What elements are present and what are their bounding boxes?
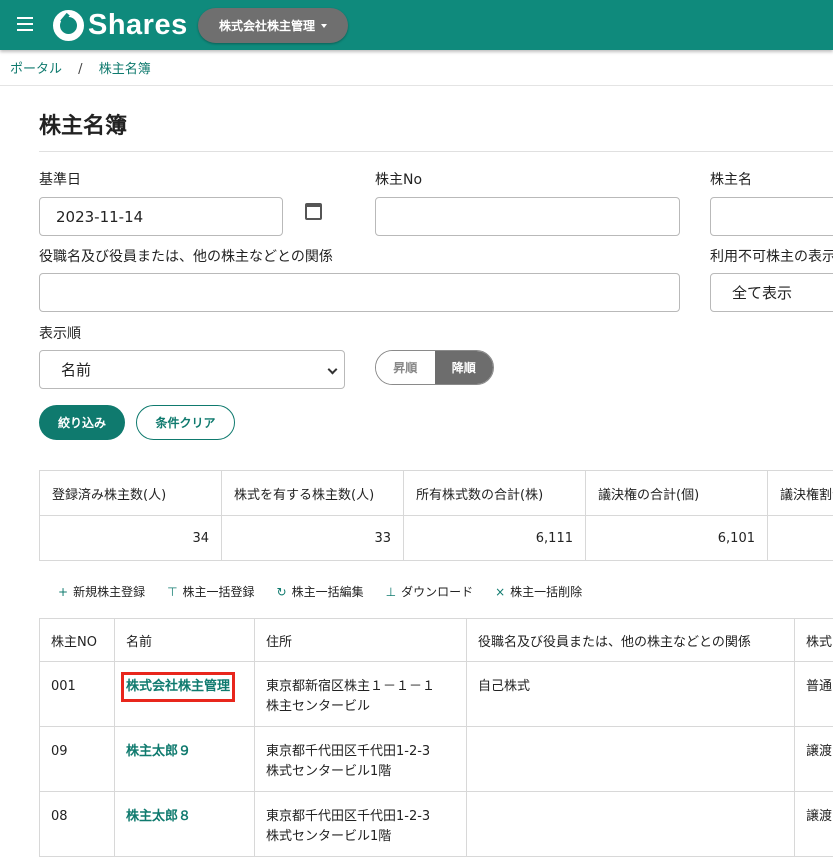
row-no: 09 [39, 727, 114, 791]
table-header-row: 株主NO 名前 住所 役職名及び役員または、他の株主などとの関係 株式 [39, 619, 833, 662]
summary-value-cell: 6,101 [585, 516, 767, 560]
logo-mark-icon [53, 9, 84, 41]
sort-asc-option[interactable]: 昇順 [376, 351, 435, 384]
new-shareholder-action[interactable]: + 新規株主登録 [58, 583, 145, 600]
top-app-bar: Shares 株式会社株主管理 [0, 0, 833, 50]
clear-filters-button[interactable]: 条件クリア [136, 405, 235, 440]
menu-icon[interactable] [17, 17, 33, 31]
title-divider [39, 151, 833, 152]
column-header-name[interactable]: 名前 [114, 619, 254, 661]
summary-header-cell: 所有株式数の合計(株) [403, 471, 585, 515]
column-header-no[interactable]: 株主NO [39, 619, 114, 661]
relation-label: 役職名及び役員または、他の株主などとの関係 [39, 249, 333, 265]
summary-value-cell: 33 [221, 516, 403, 560]
row-address: 東京都千代田区千代田1-2-3 株式センタービル1階 [254, 727, 466, 791]
plus-icon: + [58, 584, 69, 599]
shareholder-name-link[interactable]: 株主太郎９ [126, 744, 191, 759]
summary-value-cell: 34 [39, 516, 221, 560]
unusable-shareholder-select[interactable]: 全て表示 [710, 273, 833, 312]
base-date-input[interactable]: 2023-11-14 [39, 197, 283, 236]
address-line-2: 株式センタービル1階 [266, 764, 392, 779]
shareholder-no-input[interactable] [375, 197, 680, 236]
sort-select[interactable]: 名前 [39, 350, 345, 389]
table-row: 08 株主太郎８ 東京都千代田区千代田1-2-3 株式センタービル1階 譲渡 [39, 792, 833, 857]
breadcrumb-separator: / [78, 62, 83, 77]
column-header-stock[interactable]: 株式 [794, 619, 833, 661]
bulk-delete-label: 株主一括削除 [510, 585, 583, 599]
row-no: 08 [39, 792, 114, 856]
summary-header-cell: 株式を有する株主数(人) [221, 471, 403, 515]
summary-header-row: 登録済み株主数(人) 株式を有する株主数(人) 所有株式数の合計(株) 議決権の… [39, 471, 833, 516]
bulk-register-action[interactable]: ⊤ 株主一括登録 [167, 583, 254, 600]
address-line-1: 東京都新宿区株主１－１－１ [266, 679, 436, 694]
company-selector-label: 株式会社株主管理 [218, 19, 315, 33]
row-name-cell: 株主太郎９ [114, 727, 254, 791]
summary-table: 登録済み株主数(人) 株式を有する株主数(人) 所有株式数の合計(株) 議決権の… [39, 470, 833, 561]
summary-value-cell [767, 516, 833, 560]
bulk-register-label: 株主一括登録 [182, 585, 255, 599]
chevron-down-icon [327, 364, 338, 375]
summary-value-cell: 6,111 [403, 516, 585, 560]
summary-value-row: 34 33 6,111 6,101 [39, 516, 833, 561]
row-address: 東京都千代田区千代田1-2-3 株式センタービル1階 [254, 792, 466, 856]
shareholder-name-input[interactable] [710, 197, 833, 236]
shareholder-table: 株主NO 名前 住所 役職名及び役員または、他の株主などとの関係 株式 001 … [39, 618, 833, 857]
address-line-2: 株式センタービル1階 [266, 829, 392, 844]
column-header-address[interactable]: 住所 [254, 619, 466, 661]
relation-input[interactable] [39, 273, 680, 312]
breadcrumb-current[interactable]: 株主名簿 [99, 62, 151, 77]
sort-order-toggle[interactable]: 昇順 降順 [375, 350, 494, 385]
row-stock-kind: 普通 [794, 662, 833, 726]
summary-header-cell: 議決権割合 [767, 471, 833, 515]
summary-header-cell: 議決権の合計(個) [585, 471, 767, 515]
address-line-1: 東京都千代田区千代田1-2-3 [266, 744, 431, 759]
breadcrumb-portal-link[interactable]: ポータル [10, 62, 62, 77]
table-actions: + 新規株主登録 ⊤ 株主一括登録 ↻ 株主一括編集 ⊥ ダウンロード × 株主一括削除 [58, 583, 604, 600]
sort-label: 表示順 [39, 326, 81, 342]
address-line-1: 東京都千代田区千代田1-2-3 [266, 809, 431, 824]
bulk-delete-action[interactable]: × 株主一括削除 [495, 583, 582, 600]
bulk-edit-label: 株主一括編集 [291, 585, 364, 599]
calendar-icon[interactable] [305, 203, 322, 220]
app-logo[interactable]: Shares [53, 8, 188, 42]
base-date-label: 基準日 [39, 172, 81, 188]
breadcrumb-divider [0, 85, 833, 86]
filter-button[interactable]: 絞り込み [39, 405, 125, 440]
table-row: 001 株式会社株主管理 東京都新宿区株主１－１－１ 株主センタービル 自己株式 … [39, 662, 833, 727]
bulk-edit-action[interactable]: ↻ 株主一括編集 [277, 583, 364, 600]
sync-icon: ↻ [276, 584, 287, 599]
address-line-2: 株主センタービル [266, 699, 371, 714]
shareholder-no-label: 株主No [375, 172, 423, 188]
row-relation [466, 792, 794, 856]
sort-desc-option[interactable]: 降順 [434, 351, 493, 384]
row-stock-kind: 譲渡 [794, 792, 833, 856]
row-address: 東京都新宿区株主１－１－１ 株主センタービル [254, 662, 466, 726]
row-no: 001 [39, 662, 114, 726]
new-shareholder-label: 新規株主登録 [73, 585, 146, 599]
close-icon: × [495, 584, 506, 599]
page-title: 株主名簿 [39, 114, 128, 139]
shareholder-name-link[interactable]: 株主太郎８ [126, 809, 191, 824]
row-name-cell: 株主太郎８ [114, 792, 254, 856]
shareholder-name-label: 株主名 [710, 172, 752, 188]
unusable-shareholder-label: 利用不可株主の表示 [710, 249, 833, 265]
breadcrumb: ポータル / 株主名簿 [10, 58, 151, 77]
row-relation [466, 727, 794, 791]
download-label: ダウンロード [401, 585, 474, 599]
row-stock-kind: 譲渡 [794, 727, 833, 791]
download-action[interactable]: ⊥ ダウンロード [386, 583, 473, 600]
upload-icon: ⊤ [167, 584, 178, 599]
logo-text: Shares [88, 8, 188, 41]
table-row: 09 株主太郎９ 東京都千代田区千代田1-2-3 株式センタービル1階 譲渡 [39, 727, 833, 792]
sort-select-value: 名前 [61, 361, 92, 379]
column-header-relation[interactable]: 役職名及び役員または、他の株主などとの関係 [466, 619, 794, 661]
shareholder-name-link[interactable]: 株式会社株主管理 [120, 672, 236, 702]
company-selector-button[interactable]: 株式会社株主管理 [198, 8, 348, 43]
row-name-cell: 株式会社株主管理 [114, 662, 254, 726]
caret-down-icon [321, 23, 327, 28]
summary-header-cell: 登録済み株主数(人) [39, 471, 221, 515]
download-icon: ⊥ [385, 584, 397, 599]
row-relation: 自己株式 [466, 662, 794, 726]
